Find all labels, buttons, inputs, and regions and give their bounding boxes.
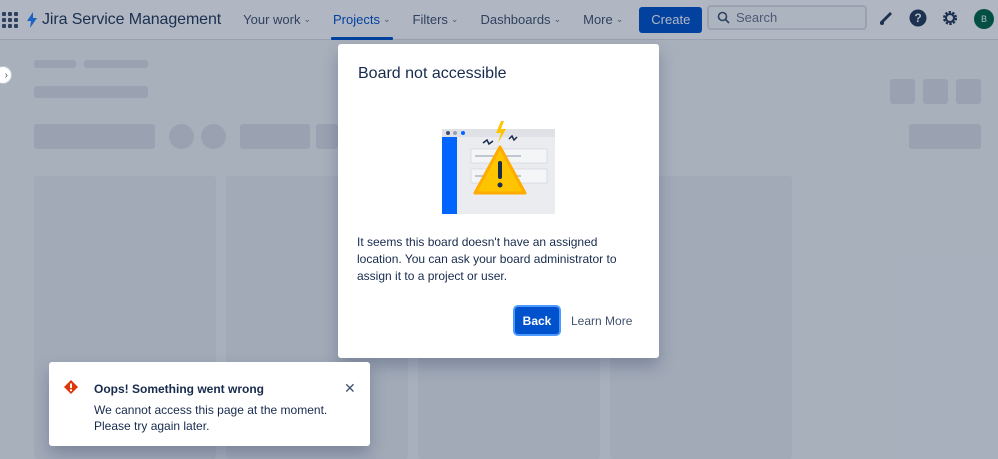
close-icon[interactable]: ✕ bbox=[344, 380, 356, 397]
error-icon bbox=[64, 380, 78, 394]
flag-title: Oops! Something went wrong bbox=[94, 382, 264, 396]
board-not-accessible-dialog: Board not accessible It seems this board… bbox=[338, 44, 659, 358]
warning-illustration-icon bbox=[442, 121, 555, 214]
error-flag: Oops! Something went wrong We cannot acc… bbox=[49, 362, 370, 446]
dialog-message: It seems this board doesn't have an assi… bbox=[357, 235, 617, 283]
learn-more-button[interactable]: Learn More bbox=[571, 307, 632, 334]
flag-description: We cannot access this page at the moment… bbox=[94, 403, 328, 433]
back-button[interactable]: Back bbox=[515, 307, 559, 334]
dialog-title: Board not accessible bbox=[358, 65, 507, 82]
